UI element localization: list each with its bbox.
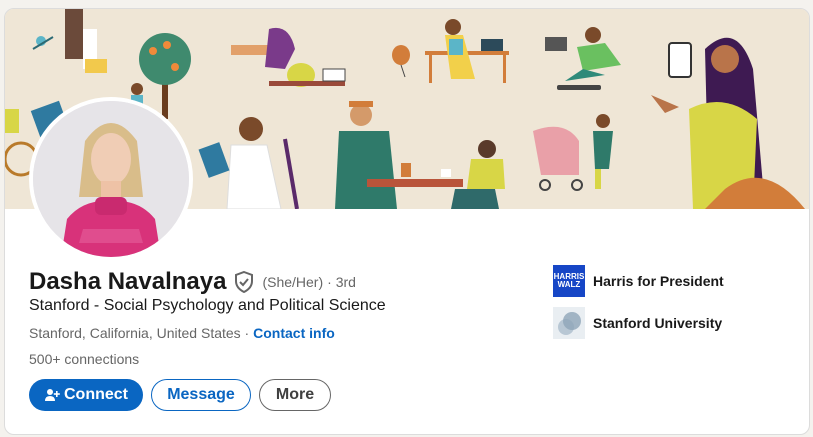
message-button[interactable]: Message [151, 379, 251, 411]
org-item-stanford[interactable]: Stanford University [553, 307, 724, 339]
profile-headline: Stanford - Social Psychology and Politic… [29, 297, 386, 314]
profile-photo [33, 101, 189, 257]
organizations: HARRIS WALZ Harris for President Stanfor… [553, 265, 724, 349]
stanford-logo [553, 307, 585, 339]
harris-logo: HARRIS WALZ [553, 265, 585, 297]
shield-check-icon[interactable] [234, 271, 254, 293]
profile-avatar[interactable] [29, 97, 193, 261]
profile-card: Dasha Navalnaya (She/Her) · 3rd Stanford… [4, 8, 810, 435]
connect-button[interactable]: Connect [29, 379, 143, 411]
name-row: Dasha Navalnaya (She/Her) · 3rd [29, 267, 356, 297]
profile-location: Stanford, California, United States [29, 325, 241, 341]
org-item-harris[interactable]: HARRIS WALZ Harris for President [553, 265, 724, 297]
location-row: Stanford, California, United States · Co… [29, 325, 335, 341]
more-button[interactable]: More [259, 379, 331, 411]
org-name: Harris for President [593, 273, 724, 289]
connection-degree: · 3rd [327, 274, 356, 290]
person-add-icon [45, 389, 60, 401]
profile-actions: Connect Message More [29, 379, 331, 411]
connect-label: Connect [64, 386, 128, 403]
harris-logo-line2: WALZ [557, 280, 581, 289]
contact-info-link[interactable]: Contact info [253, 325, 335, 341]
profile-name: Dasha Navalnaya [29, 268, 227, 295]
stanford-logo-graphic [553, 307, 585, 339]
pronouns: (She/Her) [262, 274, 324, 290]
connections-count: 500+ connections [29, 351, 140, 367]
org-name: Stanford University [593, 315, 723, 331]
location-separator: · [240, 325, 254, 341]
